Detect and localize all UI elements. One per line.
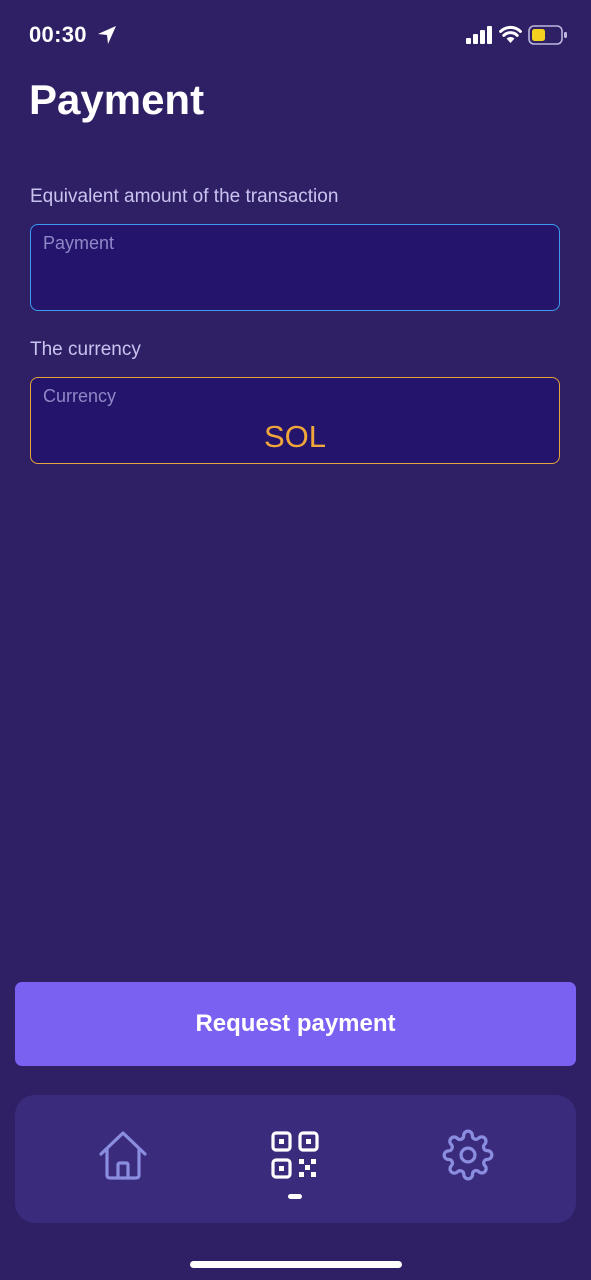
status-bar: 00:30 — [0, 0, 591, 70]
wifi-icon — [499, 25, 522, 43]
cellular-signal-icon — [466, 26, 492, 44]
amount-label: Equivalent amount of the transaction — [30, 186, 339, 207]
home-indicator — [190, 1261, 402, 1268]
currency-value: SOL — [263, 419, 327, 454]
gear-icon — [442, 1129, 494, 1181]
request-payment-button[interactable]: Request payment — [15, 982, 576, 1066]
status-time: 00:30 — [29, 22, 87, 47]
currency-field[interactable]: Currency SOL — [30, 377, 560, 464]
page-title: Payment — [29, 76, 205, 123]
currency-label: The currency — [30, 339, 141, 360]
home-icon — [99, 1131, 147, 1180]
tab-home[interactable] — [93, 1125, 153, 1185]
currency-field-caption: Currency — [43, 386, 117, 406]
tab-bar — [15, 1095, 576, 1223]
payment-input[interactable] — [43, 261, 547, 303]
battery-icon — [528, 25, 567, 45]
payment-field-caption: Payment — [43, 233, 115, 253]
tab-scan[interactable] — [265, 1125, 325, 1185]
qr-code-icon — [271, 1131, 319, 1179]
tab-settings[interactable] — [438, 1125, 498, 1185]
active-tab-indicator — [288, 1194, 302, 1199]
location-arrow-icon — [98, 26, 116, 44]
payment-field[interactable]: Payment — [30, 224, 560, 311]
